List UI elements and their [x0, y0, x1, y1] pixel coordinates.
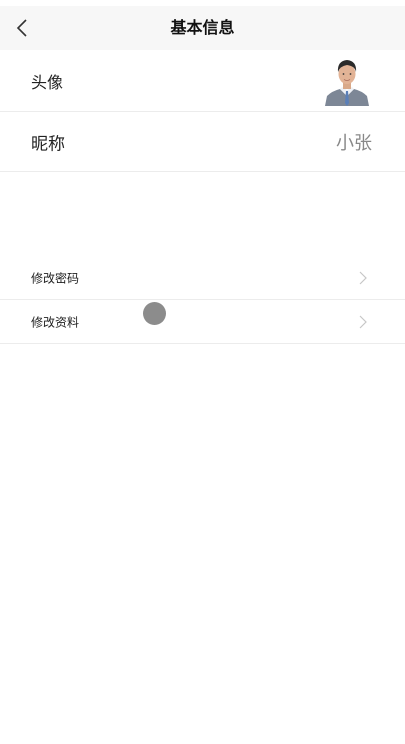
avatar-row[interactable]: 头像: [0, 50, 405, 112]
change-password-label: 修改密码: [31, 271, 80, 285]
touch-indicator: [143, 302, 166, 325]
change-password-item[interactable]: 修改密码: [0, 256, 405, 300]
avatar-photo: [322, 56, 372, 106]
nickname-row[interactable]: 昵称 小张: [0, 112, 405, 172]
chevron-right-icon: [359, 271, 367, 284]
nickname-label: 昵称: [31, 134, 65, 154]
avatar[interactable]: [322, 56, 372, 106]
page-title: 基本信息: [170, 18, 235, 37]
basic-info-page: 基本信息 头像 昵称 小张 修改密码 修改资料: [0, 0, 405, 744]
nickname-value: 小张: [336, 132, 372, 154]
edit-profile-item[interactable]: 修改资料: [0, 300, 405, 344]
avatar-label: 头像: [31, 72, 64, 92]
chevron-right-icon: [359, 315, 367, 328]
navigation-bar: 基本信息: [0, 6, 405, 50]
edit-profile-label: 修改资料: [31, 315, 80, 329]
